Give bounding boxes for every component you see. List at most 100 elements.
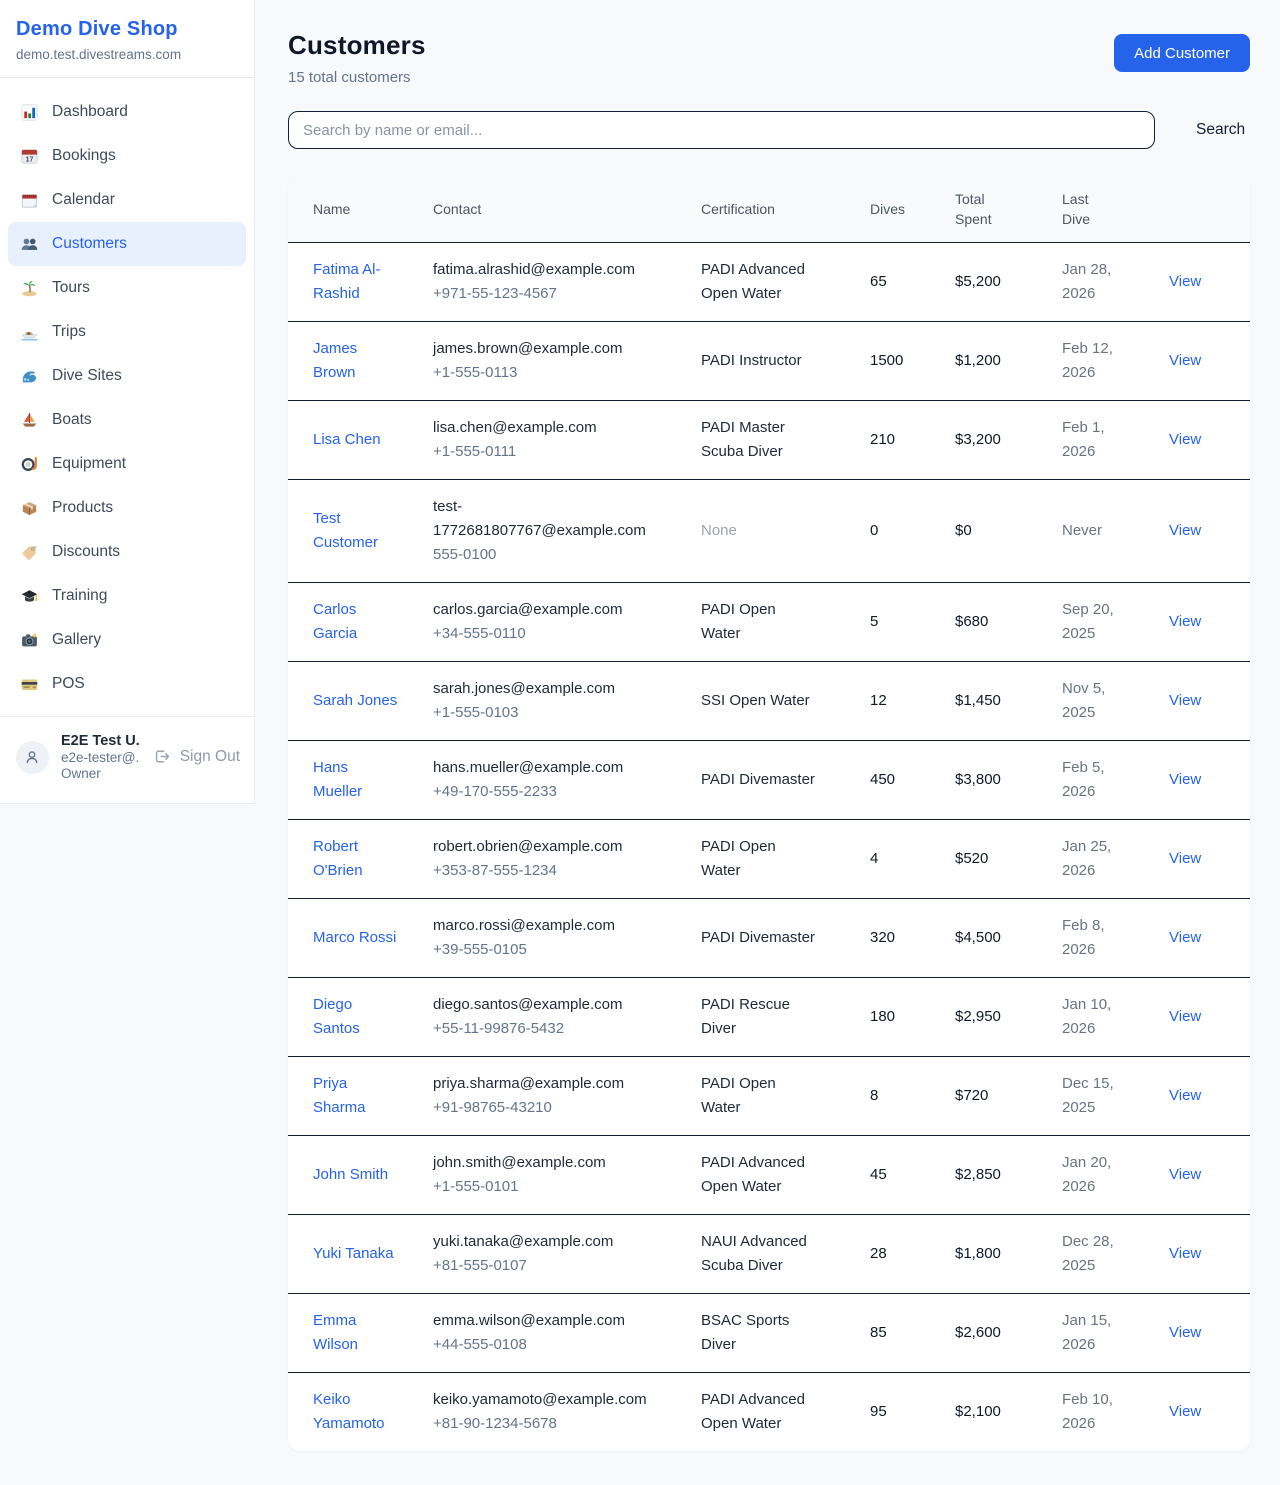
view-customer-link[interactable]: View xyxy=(1169,352,1201,369)
contact-cell: james.brown@example.com+1-555-0113 xyxy=(433,322,701,401)
customer-name-link[interactable]: Fatima Al-Rashid xyxy=(313,258,401,306)
customer-email: fatima.alrashid@example.com xyxy=(433,258,638,282)
view-customer-link[interactable]: View xyxy=(1169,1403,1201,1420)
customer-name-link[interactable]: Priya Sharma xyxy=(313,1072,401,1120)
sidebar-item-dive-sites[interactable]: Dive Sites xyxy=(8,354,246,398)
sidebar-item-boats[interactable]: Boats xyxy=(8,398,246,442)
last-dive-cell: Jan 25, 2026 xyxy=(1062,820,1169,899)
sidebar-item-pos[interactable]: POS xyxy=(8,662,246,706)
sidebar-item-trips[interactable]: Trips xyxy=(8,310,246,354)
customer-name-link[interactable]: Sarah Jones xyxy=(313,689,397,713)
view-customer-link[interactable]: View xyxy=(1169,929,1201,946)
customer-name-link[interactable]: Test Customer xyxy=(313,507,401,555)
customer-name-link[interactable]: Carlos Garcia xyxy=(313,598,401,646)
view-customer-link[interactable]: View xyxy=(1169,850,1201,867)
customer-phone: +55-11-99876-5432 xyxy=(433,1017,683,1041)
column-header-dives: Dives xyxy=(870,176,955,243)
sign-out-button[interactable]: Sign Out xyxy=(153,748,240,767)
sidebar-item-dashboard[interactable]: Dashboard xyxy=(8,90,246,134)
customer-name-link[interactable]: Diego Santos xyxy=(313,993,401,1041)
view-customer-link[interactable]: View xyxy=(1169,1166,1201,1183)
search-button[interactable]: Search xyxy=(1196,121,1245,139)
user-role: Owner xyxy=(61,766,139,781)
sidebar-item-label: Gallery xyxy=(52,631,101,649)
total-spent-cell: $1,800 xyxy=(955,1215,1062,1294)
user-name: E2E Test U... xyxy=(61,733,139,749)
actions-cell: View xyxy=(1169,820,1250,899)
last-dive-cell: Jan 10, 2026 xyxy=(1062,978,1169,1057)
view-customer-link[interactable]: View xyxy=(1169,692,1201,709)
customer-name-link[interactable]: Marco Rossi xyxy=(313,926,396,950)
customer-name-cell: Diego Santos xyxy=(288,978,433,1057)
customer-phone: +1-555-0113 xyxy=(433,361,683,385)
customer-name-link[interactable]: James Brown xyxy=(313,337,401,385)
table-row: Diego Santos diego.santos@example.com+55-… xyxy=(288,978,1250,1057)
certification-text: PADI Instructor xyxy=(701,349,802,373)
dives-cell: 45 xyxy=(870,1136,955,1215)
search-input[interactable] xyxy=(288,111,1155,149)
customer-email: carlos.garcia@example.com xyxy=(433,598,638,622)
certification-text: None xyxy=(701,519,737,543)
customer-name-cell: Hans Mueller xyxy=(288,741,433,820)
user-meta: E2E Test U... e2e-tester@... Owner xyxy=(61,733,139,781)
customer-phone: +81-90-1234-5678 xyxy=(433,1412,683,1436)
certification-cell: None xyxy=(701,480,870,583)
view-customer-link[interactable]: View xyxy=(1169,431,1201,448)
customer-name-link[interactable]: Yuki Tanaka xyxy=(313,1242,394,1266)
actions-cell: View xyxy=(1169,1373,1250,1452)
view-customer-link[interactable]: View xyxy=(1169,1008,1201,1025)
sidebar-item-products[interactable]: Products xyxy=(8,486,246,530)
contact-cell: sarah.jones@example.com+1-555-0103 xyxy=(433,662,701,741)
customer-name-link[interactable]: John Smith xyxy=(313,1163,388,1187)
table-row: Marco Rossimarco.rossi@example.com+39-55… xyxy=(288,899,1250,978)
sidebar-item-bookings[interactable]: 17Bookings xyxy=(8,134,246,178)
last-dive-cell: Sep 20, 2025 xyxy=(1062,583,1169,662)
view-customer-link[interactable]: View xyxy=(1169,1087,1201,1104)
sidebar-item-label: Bookings xyxy=(52,147,116,165)
customer-name-link[interactable]: Keiko Yamamoto xyxy=(313,1388,401,1436)
total-spent-cell: $720 xyxy=(955,1057,1062,1136)
customer-email: emma.wilson@example.com xyxy=(433,1309,638,1333)
user-box: E2E Test U... e2e-tester@... Owner Sign … xyxy=(0,717,254,799)
certification-cell: NAUI Advanced Scuba Diver xyxy=(701,1215,870,1294)
contact-cell: keiko.yamamoto@example.com+81-90-1234-56… xyxy=(433,1373,701,1452)
customer-name-cell: Test Customer xyxy=(288,480,433,583)
contact-cell: diego.santos@example.com+55-11-99876-543… xyxy=(433,978,701,1057)
table-row: Sarah Jones sarah.jones@example.com+1-555… xyxy=(288,662,1250,741)
add-customer-button[interactable]: Add Customer xyxy=(1114,34,1250,72)
customer-name-cell: James Brown xyxy=(288,322,433,401)
contact-cell: priya.sharma@example.com+91-98765-43210 xyxy=(433,1057,701,1136)
customer-email: robert.obrien@example.com xyxy=(433,835,638,859)
dives-cell: 65 xyxy=(870,243,955,322)
sidebar-item-label: Boats xyxy=(52,411,92,429)
view-customer-link[interactable]: View xyxy=(1169,1245,1201,1262)
sidebar-item-gallery[interactable]: Gallery xyxy=(8,618,246,662)
user-email: e2e-tester@... xyxy=(61,750,139,765)
sidebar-item-discounts[interactable]: Discounts xyxy=(8,530,246,574)
dives-cell: 5 xyxy=(870,583,955,662)
view-customer-link[interactable]: View xyxy=(1169,273,1201,290)
column-header-contact: Contact xyxy=(433,176,701,243)
table-row: Test Customertest-1772681807767@example.… xyxy=(288,480,1250,583)
customer-name-link[interactable]: Hans Mueller xyxy=(313,756,401,804)
total-spent-cell: $5,200 xyxy=(955,243,1062,322)
view-customer-link[interactable]: View xyxy=(1169,1324,1201,1341)
total-spent-cell: $0 xyxy=(955,480,1062,583)
customer-name-cell: Sarah Jones xyxy=(288,662,433,741)
customer-name-link[interactable]: Lisa Chen xyxy=(313,428,381,452)
view-customer-link[interactable]: View xyxy=(1169,522,1201,539)
customer-name-link[interactable]: Robert O'Brien xyxy=(313,835,401,883)
view-customer-link[interactable]: View xyxy=(1169,771,1201,788)
sidebar-item-customers[interactable]: Customers xyxy=(8,222,246,266)
sidebar-item-training[interactable]: Training xyxy=(8,574,246,618)
table-row: Keiko Yamamoto keiko.yamamoto@example.com… xyxy=(288,1373,1250,1452)
last-dive-cell: Never xyxy=(1062,480,1169,583)
dive-sites-icon xyxy=(20,367,39,386)
certification-text: PADI Advanced Open Water xyxy=(701,258,819,306)
view-customer-link[interactable]: View xyxy=(1169,613,1201,630)
sidebar-item-calendar[interactable]: Calendar xyxy=(8,178,246,222)
sidebar-item-tours[interactable]: Tours xyxy=(8,266,246,310)
sidebar-item-equipment[interactable]: Equipment xyxy=(8,442,246,486)
customer-name-link[interactable]: Emma Wilson xyxy=(313,1309,401,1357)
dives-cell: 1500 xyxy=(870,322,955,401)
